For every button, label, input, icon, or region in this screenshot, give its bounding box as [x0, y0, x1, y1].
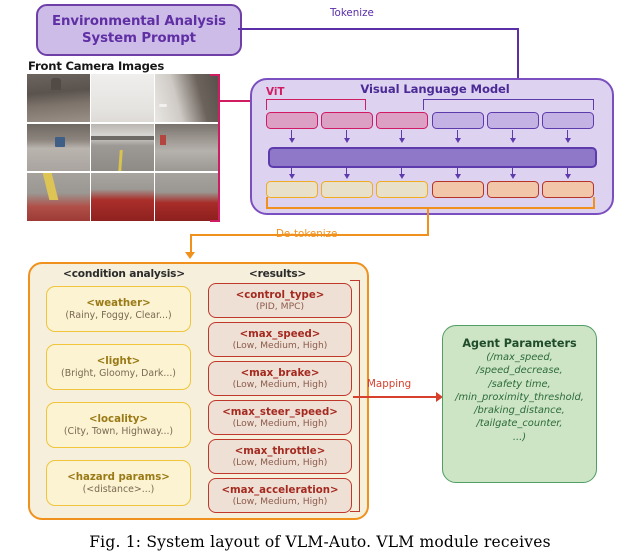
detokenize-arrowhead-icon: [185, 252, 195, 259]
results-title: <results>: [248, 268, 307, 280]
image-token: [321, 112, 373, 129]
image-token: [266, 112, 318, 129]
vlm-title: Visual Language Model: [360, 82, 510, 96]
camera-tile: [155, 74, 218, 122]
output-token: [432, 181, 484, 198]
vit-label: ViT: [266, 86, 285, 98]
condition-analysis-title: <condition analysis>: [63, 268, 185, 280]
result-values: (Low, Medium, High): [232, 339, 328, 351]
arrow-down-icon: [397, 166, 406, 179]
tokenize-label: Tokenize: [330, 7, 374, 19]
arrow-down-icon: [342, 130, 351, 143]
output-token: [487, 181, 539, 198]
camera-tile: [91, 123, 154, 172]
result-box-max-acceleration: <max_acceleration> (Low, Medium, High): [208, 478, 352, 513]
text-token: [487, 112, 539, 129]
result-values: (Low, Medium, High): [232, 417, 328, 429]
arrow-down-icon: [287, 130, 296, 143]
result-name: <max_speed>: [239, 328, 321, 340]
result-values: (Low, Medium, High): [232, 495, 328, 507]
output-token: [321, 181, 373, 198]
arrow-down-icon: [563, 130, 572, 143]
front-camera-image-grid: [27, 74, 218, 221]
camera-tile: [27, 173, 90, 221]
arrow-down-icon: [397, 130, 406, 143]
result-values: (Low, Medium, High): [232, 456, 328, 468]
figure-caption: Fig. 1: System layout of VLM-Auto. VLM m…: [89, 533, 551, 551]
result-name: <max_acceleration>: [221, 484, 339, 496]
system-prompt-box: Environmental Analysis System Prompt: [36, 4, 242, 56]
result-name: <max_brake>: [240, 367, 320, 379]
condition-name: <light>: [96, 355, 141, 367]
condition-name: <hazard params>: [67, 471, 170, 483]
arrow-down-icon: [453, 130, 462, 143]
image-token: [376, 112, 428, 129]
condition-values: (City, Town, Highway...): [63, 425, 174, 437]
vit-bracket: [266, 99, 366, 110]
condition-values: (Bright, Gloomy, Dark...): [61, 367, 176, 379]
condition-box-light: <light> (Bright, Gloomy, Dark...): [46, 344, 191, 390]
text-token-bracket: [423, 99, 594, 110]
agent-parameters-title: Agent Parameters: [462, 337, 577, 350]
transformer-bar: [268, 147, 597, 168]
result-values: (Low, Medium, High): [232, 378, 328, 390]
output-token: [376, 181, 428, 198]
condition-box-weather: <weather> (Rainy, Foggy, Clear...): [46, 286, 191, 332]
result-values: (PID, MPC): [255, 300, 305, 312]
condition-box-locality: <locality> (City, Town, Highway...): [46, 402, 191, 448]
detokenize-line-vertical-left: [190, 234, 192, 254]
condition-name: <weather>: [86, 297, 151, 309]
output-token: [266, 181, 318, 198]
tokenize-line-horizontal: [238, 28, 519, 30]
system-prompt-label: Environmental Analysis System Prompt: [52, 13, 226, 46]
camera-tile: [155, 123, 218, 172]
text-token: [432, 112, 484, 129]
camera-rail-top-cap: [210, 74, 219, 76]
result-name: <max_throttle>: [234, 445, 326, 457]
arrow-down-icon: [342, 166, 351, 179]
agent-parameters-list: (/max_speed,/speed_decrease,/safety time…: [455, 352, 584, 443]
agent-parameters-box: Agent Parameters (/max_speed,/speed_decr…: [442, 325, 597, 483]
result-box-max-brake: <max_brake> (Low, Medium, High): [208, 361, 352, 396]
arrow-down-icon: [508, 130, 517, 143]
result-name: <max_steer_speed>: [222, 406, 338, 418]
condition-name: <locality>: [89, 413, 148, 425]
camera-tile: [91, 74, 154, 122]
front-camera-title: Front Camera Images: [28, 59, 165, 73]
camera-tile: [27, 123, 90, 172]
result-name: <control_type>: [235, 289, 325, 301]
arrow-down-icon: [287, 166, 296, 179]
result-box-max-steer-speed: <max_steer_speed> (Low, Medium, High): [208, 400, 352, 435]
text-token: [542, 112, 594, 129]
arrow-down-icon: [453, 166, 462, 179]
result-box-max-throttle: <max_throttle> (Low, Medium, High): [208, 439, 352, 474]
output-bracket: [266, 197, 595, 209]
condition-values: (<distance>...): [82, 483, 155, 495]
result-box-control-type: <control_type> (PID, MPC): [208, 283, 352, 318]
mapping-label: Mapping: [367, 378, 412, 390]
detokenize-line-vertical-right: [427, 207, 429, 235]
result-box-max-speed: <max_speed> (Low, Medium, High): [208, 322, 352, 357]
output-token: [542, 181, 594, 198]
arrow-down-icon: [563, 166, 572, 179]
camera-tile: [155, 173, 218, 221]
camera-tile: [91, 173, 154, 221]
mapping-line: [353, 396, 437, 398]
camera-right-rail: [218, 74, 220, 222]
camera-tile: [27, 74, 90, 122]
condition-values: (Rainy, Foggy, Clear...): [65, 309, 172, 321]
camera-rail-bottom-cap: [210, 220, 219, 222]
detokenize-label: De-tokenize: [276, 228, 338, 240]
condition-box-hazard-params: <hazard params> (<distance>...): [46, 460, 191, 506]
arrow-down-icon: [508, 166, 517, 179]
